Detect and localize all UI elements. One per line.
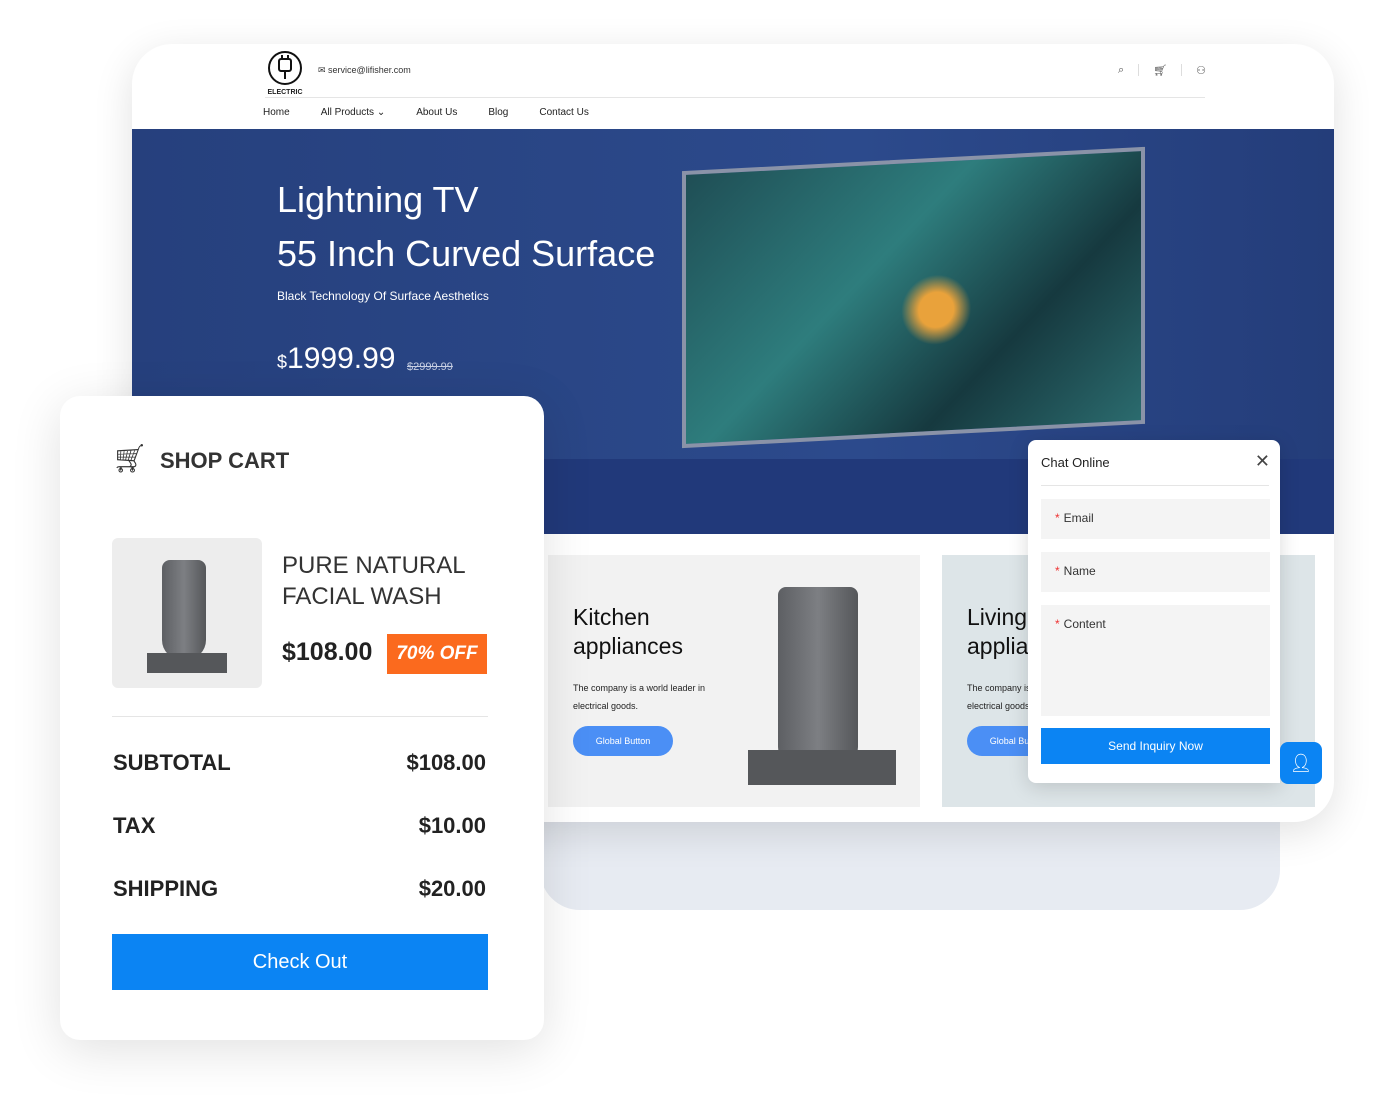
close-icon[interactable]: ✕ xyxy=(1255,451,1270,472)
product-thumbnail[interactable] xyxy=(112,538,262,688)
email-field[interactable]: * Email xyxy=(1041,499,1270,539)
discount-badge: 70% OFF xyxy=(387,634,487,674)
hero-subtitle: Black Technology Of Surface Aesthetics xyxy=(277,289,489,303)
hero-title: Lightning TV 55 Inch Curved Surface xyxy=(277,173,655,281)
nav-all-products[interactable]: All Products ⌄ xyxy=(321,107,386,118)
nav-contact-us[interactable]: Contact Us xyxy=(539,107,588,118)
kettle-base xyxy=(748,750,896,785)
tv-image xyxy=(682,146,1145,449)
cart-icon: 🛒︎ xyxy=(112,443,148,474)
product-price: $108.00 xyxy=(282,638,373,666)
shipping-row: SHIPPING $20.00 xyxy=(113,876,486,901)
global-button[interactable]: Global Button xyxy=(573,726,673,756)
plug-icon xyxy=(268,51,302,85)
nav-about-us[interactable]: About Us xyxy=(416,107,457,118)
email-text: service@lifisher.com xyxy=(328,65,411,75)
header-icons: ⌕ 🛒︎ ⚇ xyxy=(1118,64,1206,77)
divider xyxy=(1138,64,1140,76)
chat-title: Chat Online xyxy=(1041,455,1110,470)
content-field[interactable]: * Content xyxy=(1041,605,1270,716)
kettle-image xyxy=(778,587,858,767)
mail-icon: ✉ xyxy=(318,65,329,75)
chat-online-panel: Chat Online ✕ * Email * Name * Content Send… xyxy=(1028,440,1280,783)
tax-row: TAX $10.00 xyxy=(113,813,486,838)
logo[interactable]: ELECTRIC xyxy=(265,50,305,96)
category-card-kitchen[interactable]: Kitchen appliances The company is a world… xyxy=(548,555,920,807)
card-title: Kitchen appliances xyxy=(573,604,683,659)
user-icon[interactable]: ⚇ xyxy=(1196,64,1206,77)
chat-toggle-button[interactable]: 👤︎ xyxy=(1280,742,1322,784)
cart-title: SHOP CART xyxy=(160,448,290,473)
divider xyxy=(112,716,488,717)
currency: $ xyxy=(277,352,288,372)
card-text: The company is a world leader in electri… xyxy=(573,683,706,711)
hero-price: $1999.99 xyxy=(277,342,395,376)
hero-title-line1: Lightning TV xyxy=(277,179,479,220)
header-divider xyxy=(265,97,1205,98)
user-icon: 👤︎ xyxy=(1289,753,1313,773)
product-name: PURE NATURAL FACIAL WASH xyxy=(282,552,465,610)
send-inquiry-button[interactable]: Send Inquiry Now xyxy=(1041,728,1270,764)
old-price: $2999.99 xyxy=(407,361,453,373)
main-nav: Home All Products ⌄ About Us Blog Contac… xyxy=(263,107,589,118)
name-field[interactable]: * Name xyxy=(1041,552,1270,592)
shop-cart-panel: 🛒︎ SHOP CART PURE NATURAL FACIAL WASH $1… xyxy=(60,396,544,1040)
search-icon[interactable]: ⌕ xyxy=(1118,64,1124,77)
hero-title-line2: 55 Inch Curved Surface xyxy=(277,233,656,274)
checkout-button[interactable]: Check Out xyxy=(112,934,488,990)
divider xyxy=(1181,64,1183,76)
email-link[interactable]: ✉ service@lifisher.com xyxy=(318,65,411,76)
nav-blog[interactable]: Blog xyxy=(488,107,508,118)
nav-home[interactable]: Home xyxy=(263,107,290,118)
cart-icon[interactable]: 🛒︎ xyxy=(1153,64,1167,77)
divider xyxy=(1041,485,1269,486)
subtotal-row: SUBTOTAL $108.00 xyxy=(113,750,486,775)
price-value: 1999.99 xyxy=(287,342,396,375)
logo-text: ELECTRIC xyxy=(267,89,303,96)
